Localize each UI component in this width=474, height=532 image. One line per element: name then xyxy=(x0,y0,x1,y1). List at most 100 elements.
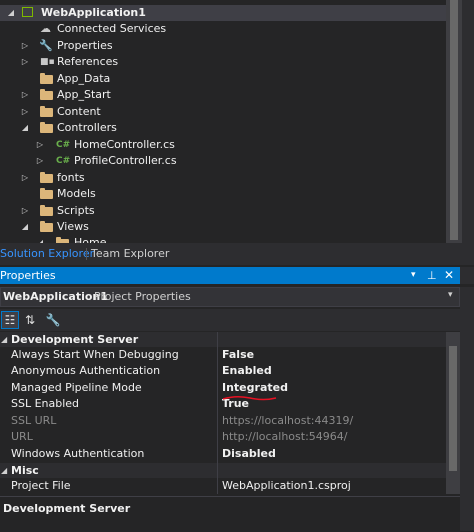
property-name: URL xyxy=(11,430,33,443)
category-label: Misc xyxy=(11,464,39,477)
object-selector[interactable]: WebApplication1 Project Properties ▾ xyxy=(0,287,460,307)
expand-arrow-icon[interactable]: ▷ xyxy=(20,87,30,103)
red-underline-annotation xyxy=(222,395,277,401)
category-label: Development Server xyxy=(11,333,139,346)
tree-item-controllers[interactable]: ◢ Controllers xyxy=(0,120,446,136)
tree-item-home-folder[interactable]: ◢ Home xyxy=(0,235,446,243)
property-pages-icon[interactable]: 🔧 xyxy=(44,311,62,329)
property-row[interactable]: Always Start When Debugging False xyxy=(0,347,446,363)
pin-icon[interactable]: ⊥ xyxy=(427,267,437,284)
expand-arrow-icon[interactable]: ▷ xyxy=(35,137,45,153)
tree-item-label: Models xyxy=(57,187,96,200)
categorized-icon[interactable]: ☷ xyxy=(1,311,19,329)
tree-item-label: ProfileController.cs xyxy=(74,154,177,167)
properties-toolbar: ☷ ⇅ 🔧 xyxy=(0,309,460,331)
tree-item-project[interactable]: ◢ WebApplication1 xyxy=(0,5,446,21)
tree-item-label: App_Start xyxy=(57,88,111,101)
property-name: SSL URL xyxy=(11,414,57,427)
expand-arrow-icon[interactable]: ▷ xyxy=(20,54,30,70)
tree-item-label: Scripts xyxy=(57,204,95,217)
solution-explorer-tree[interactable]: ◢ WebApplication1 ☁ Connected Services ▷… xyxy=(0,0,446,243)
tree-item-references[interactable]: ▷ ■▪ References xyxy=(0,54,446,70)
tree-scrollbar-thumb[interactable] xyxy=(450,0,458,240)
tree-item-scripts[interactable]: ▷ Scripts xyxy=(0,203,446,219)
properties-title: Properties xyxy=(0,269,56,282)
property-value[interactable]: Enabled xyxy=(222,363,272,379)
tree-item-label: Views xyxy=(57,220,89,233)
expand-arrow-icon[interactable]: ▷ xyxy=(20,170,30,186)
object-dropdown-icon[interactable]: ▾ xyxy=(448,290,453,300)
category-misc[interactable]: ◢ Misc xyxy=(0,463,446,478)
tree-item-fonts[interactable]: ▷ fonts xyxy=(0,170,446,186)
window-position-dropdown-icon[interactable]: ▾ xyxy=(411,267,416,284)
cloud-icon: ☁ xyxy=(40,22,51,35)
description-title: Development Server xyxy=(3,502,131,515)
property-value[interactable]: False xyxy=(222,347,254,363)
tree-item-label: App_Data xyxy=(57,72,111,85)
property-name: Windows Authentication xyxy=(11,447,145,460)
property-name: SSL Enabled xyxy=(11,397,80,410)
tree-item-connected-services[interactable]: ☁ Connected Services xyxy=(0,21,446,37)
tree-item-label: fonts xyxy=(57,171,85,184)
property-row[interactable]: Anonymous Authentication Enabled xyxy=(0,363,446,379)
folder-icon xyxy=(40,106,53,117)
csharp-file-icon: C# xyxy=(56,156,71,166)
properties-title-bar[interactable]: Properties ▾ ⊥ ✕ xyxy=(0,267,460,284)
tree-item-views[interactable]: ◢ Views xyxy=(0,219,446,235)
tree-item-label: Properties xyxy=(57,39,113,52)
folder-icon xyxy=(40,73,53,84)
tree-item-app-data[interactable]: App_Data xyxy=(0,71,446,87)
tree-item-home-controller[interactable]: ▷ C# HomeController.cs xyxy=(0,137,446,153)
folder-icon xyxy=(40,205,53,216)
alphabetical-icon[interactable]: ⇅ xyxy=(21,311,39,329)
category-development-server[interactable]: ◢ Development Server xyxy=(0,332,446,347)
property-value[interactable]: WebApplication1.csproj xyxy=(222,478,351,494)
properties-title-edge xyxy=(460,267,474,284)
property-row[interactable]: URL http://localhost:54964/ xyxy=(0,429,446,445)
tree-item-models[interactable]: Models xyxy=(0,186,446,202)
property-row[interactable]: Windows Authentication Disabled xyxy=(0,446,446,462)
tree-item-label: Connected Services xyxy=(57,22,167,35)
explorer-tabs: Solution Explorer Team Explorer xyxy=(0,243,474,265)
tree-item-label: Content xyxy=(57,105,101,118)
property-value[interactable]: http://localhost:54964/ xyxy=(222,429,347,445)
tree-item-properties[interactable]: ▷ 🔧 Properties xyxy=(0,38,446,54)
property-row[interactable]: SSL URL https://localhost:44319/ xyxy=(0,413,446,429)
tab-solution-explorer[interactable]: Solution Explorer xyxy=(0,246,94,262)
tree-item-app-start[interactable]: ▷ App_Start xyxy=(0,87,446,103)
expand-arrow-icon[interactable]: ▷ xyxy=(20,38,30,54)
collapse-icon[interactable]: ◢ xyxy=(1,332,7,347)
expand-arrow-icon[interactable]: ▷ xyxy=(20,203,30,219)
project-label: WebApplication1 xyxy=(41,6,146,19)
property-name: Managed Pipeline Mode xyxy=(11,381,142,394)
property-value[interactable]: https://localhost:44319/ xyxy=(222,413,353,429)
collapse-arrow-icon[interactable]: ◢ xyxy=(20,219,30,235)
folder-icon xyxy=(40,172,53,183)
property-value[interactable]: Disabled xyxy=(222,446,276,462)
collapse-arrow-icon[interactable]: ◢ xyxy=(6,5,16,21)
object-type: Project Properties xyxy=(94,290,191,303)
grid-column-divider[interactable] xyxy=(217,332,218,494)
tree-item-profile-controller[interactable]: ▷ C# ProfileController.cs xyxy=(0,153,446,169)
property-row[interactable]: Managed Pipeline Mode Integrated xyxy=(0,380,446,396)
tree-item-label: Controllers xyxy=(57,121,117,134)
tab-team-explorer[interactable]: Team Explorer xyxy=(91,246,169,262)
folder-open-icon xyxy=(40,122,53,133)
references-icon: ■▪ xyxy=(40,57,55,67)
expand-arrow-icon[interactable]: ▷ xyxy=(20,104,30,120)
collapse-arrow-icon[interactable]: ◢ xyxy=(20,120,30,136)
property-value[interactable]: Integrated xyxy=(222,380,288,396)
collapse-arrow-icon[interactable]: ◢ xyxy=(35,235,45,243)
property-name: Anonymous Authentication xyxy=(11,364,161,377)
expand-arrow-icon[interactable]: ▷ xyxy=(35,153,45,169)
wrench-icon: 🔧 xyxy=(39,39,53,52)
property-row[interactable]: Project File WebApplication1.csproj xyxy=(0,478,446,494)
close-icon[interactable]: ✕ xyxy=(444,267,454,284)
collapse-icon[interactable]: ◢ xyxy=(1,463,7,478)
tree-right-edge xyxy=(462,0,474,243)
tree-item-content[interactable]: ▷ Content xyxy=(0,104,446,120)
object-name: WebApplication1 xyxy=(3,290,108,303)
grid-scrollbar-thumb[interactable] xyxy=(449,346,457,471)
folder-icon xyxy=(40,188,53,199)
tab-separator xyxy=(86,248,87,260)
